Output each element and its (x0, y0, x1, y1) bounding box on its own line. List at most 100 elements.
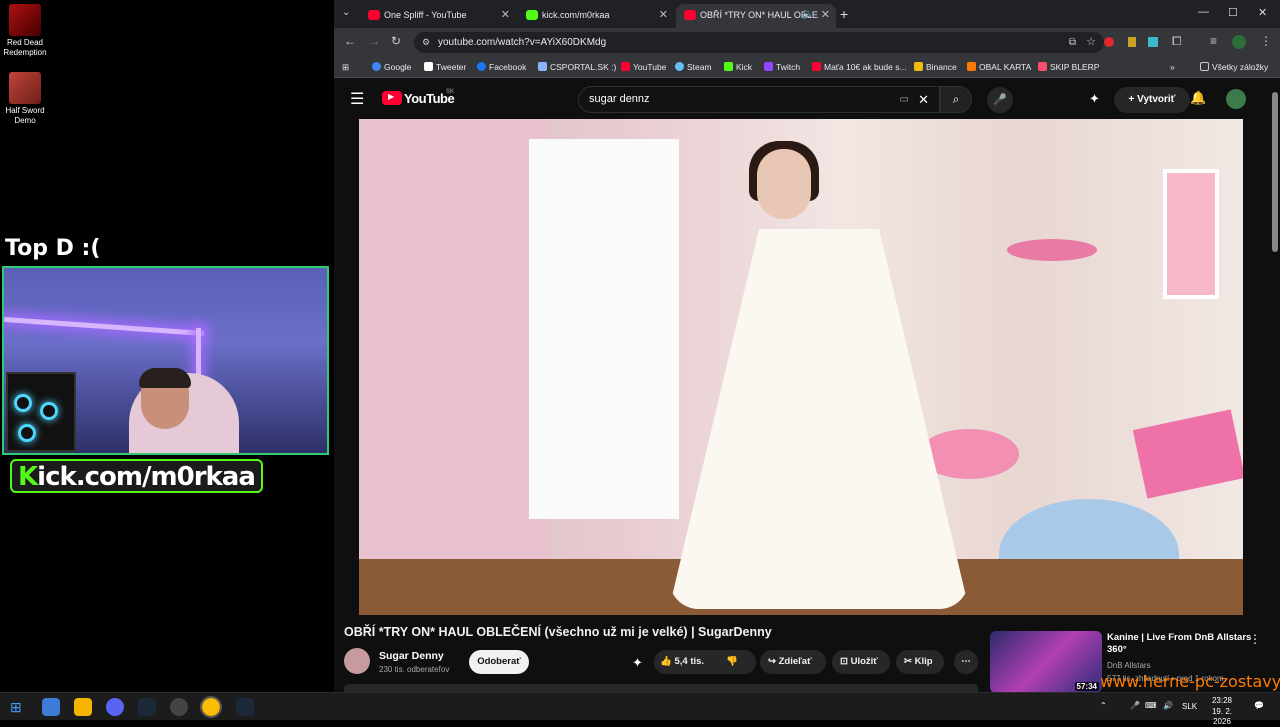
video-player[interactable] (359, 119, 1243, 615)
region-code: SK (446, 89, 455, 95)
description-box[interactable] (344, 684, 978, 692)
bookmark-tweeter[interactable]: Tweeter (424, 60, 466, 74)
notifications-icon[interactable]: 💬 (1254, 701, 1264, 711)
recommended-thumbnail[interactable]: 57:34 (990, 631, 1102, 693)
extension-icon[interactable] (1148, 37, 1158, 47)
discord-icon[interactable] (106, 698, 124, 716)
close-icon[interactable]: ✕ (501, 4, 510, 26)
search-button[interactable]: ⌕ (940, 86, 972, 113)
desktop-icon-label: Half Sword Demo (5, 106, 45, 125)
channel-name[interactable]: Sugar Denny (379, 650, 444, 662)
voice-search-button[interactable]: 🎤 (987, 87, 1013, 113)
address-bar[interactable]: ⚙ youtube.com/watch?v=AYiX60DKMdg ⧉ ☆ (414, 32, 1104, 53)
close-icon[interactable]: ✕ (659, 4, 668, 26)
window-close-button[interactable]: ✕ (1258, 6, 1267, 19)
channel-avatar[interactable] (344, 648, 370, 674)
desktop-icon-red-dead[interactable]: Red Dead Redemption (2, 4, 48, 58)
extensions-puzzle-icon[interactable]: ⧠ (1172, 34, 1182, 49)
notifications-bell-icon[interactable]: 🔔 (1190, 90, 1206, 106)
language-indicator[interactable]: SLK (1182, 702, 1197, 712)
reload-icon[interactable]: ↻ (391, 34, 401, 48)
bookmark-twitch[interactable]: Twitch (764, 60, 800, 74)
subscribe-button[interactable]: Odoberať (469, 650, 529, 674)
mic-tray-icon[interactable]: 🎤 (1130, 701, 1140, 711)
apps-grid-icon[interactable]: ⊞ (342, 60, 349, 74)
keyboard-icon[interactable]: ▭ (900, 87, 909, 112)
clock-date[interactable]: 19. 2. 2026 (1202, 707, 1242, 727)
minimize-button[interactable]: — (1198, 6, 1209, 18)
bookmark-csportal[interactable]: CSPORTAL.SK :) (538, 60, 616, 74)
youtube-icon (368, 10, 380, 20)
ai-sparkle-icon[interactable]: ✦ (632, 655, 643, 671)
tab-active-video[interactable]: OBŘÍ *TRY ON* HAUL OBLE 🔈 ✕ (676, 4, 836, 28)
bookmark-youtube[interactable]: YouTube (621, 60, 666, 74)
bookmark-star-icon[interactable]: ☆ (1086, 32, 1096, 53)
recommended-title[interactable]: Kanine | Live From DnB Allstars 360° (1107, 632, 1257, 656)
mic-icon: 🎤 (993, 94, 1007, 106)
account-avatar[interactable] (1226, 89, 1246, 109)
save-icon: ⊡ (840, 656, 851, 667)
create-button[interactable]: + Vytvoriť (1114, 87, 1190, 113)
bookmark-obal-karta[interactable]: OBAL KARTA (967, 60, 1031, 74)
save-button[interactable]: ⊡ Uložiť (832, 650, 890, 674)
tab-search-icon[interactable]: ⌄ (342, 7, 350, 18)
search-input[interactable]: sugar dennz ▭ ✕ (578, 86, 940, 113)
tray-overflow-icon[interactable]: ⌃ (1100, 701, 1107, 711)
steam-icon[interactable] (236, 698, 254, 716)
thumbs-up-icon: 👍 (660, 656, 672, 667)
chrome-icon[interactable] (200, 696, 222, 718)
taskbar: ⊞ ⌃ 🎤 ⌨ 🔊 SLK 23:28 19. 2. 2026 💬 (0, 692, 1280, 726)
tray-icon[interactable]: ⌨ (1145, 701, 1157, 711)
bookmarks-overflow-icon[interactable]: » (1170, 60, 1175, 74)
bookmark-skip-blerp[interactable]: SKIP BLERP (1038, 60, 1099, 74)
browser-window: ⌄ One Spliff - YouTube ✕ kick.com/m0rkaa ✕… (334, 0, 1280, 693)
file-explorer-icon[interactable] (42, 698, 60, 716)
clear-search-icon[interactable]: ✕ (918, 87, 929, 112)
desktop-icon-half-sword[interactable]: Half Sword Demo (2, 72, 48, 126)
ai-sparkle-icon[interactable]: ✦ (1089, 91, 1100, 107)
menu-kebab-icon[interactable]: ⋮ (1260, 34, 1272, 48)
bookmark-steam[interactable]: Steam (675, 60, 712, 74)
volume-icon[interactable]: 🔊 (1163, 701, 1173, 711)
like-button[interactable]: 👍 5,4 tis. (660, 650, 716, 674)
red-dead-icon (9, 4, 41, 36)
dislike-button[interactable]: 👎 (726, 650, 738, 674)
page-scrollbar[interactable] (1272, 92, 1278, 252)
back-icon[interactable]: ← (344, 34, 356, 48)
recommended-menu-icon[interactable]: ⋮ (1249, 632, 1261, 646)
more-actions-button[interactable]: ⋯ (954, 650, 978, 674)
tab-search-icon[interactable]: ≡ (1210, 34, 1217, 48)
obs-icon[interactable] (170, 698, 188, 716)
all-bookmarks[interactable]: Všetky záložky (1200, 60, 1268, 74)
bookmark-google[interactable]: Google (372, 60, 411, 74)
bookmark-mata[interactable]: Maťa 10€ ak bude s... (812, 60, 907, 74)
extension-icon[interactable] (1128, 37, 1136, 47)
plus-icon: + (1128, 94, 1138, 105)
bookmarks-bar: ⊞ Google Tweeter Facebook CSPORTAL.SK :)… (334, 56, 1280, 78)
steam-icon[interactable] (138, 698, 156, 716)
scissors-icon: ✂ (904, 656, 915, 667)
profile-avatar[interactable] (1232, 35, 1246, 49)
hamburger-menu-icon[interactable]: ☰ (350, 89, 364, 109)
tab-one-spliff[interactable]: One Spliff - YouTube ✕ (360, 4, 516, 28)
clock-time[interactable]: 23:28 (1202, 696, 1242, 706)
person-face (757, 149, 811, 219)
bookmark-kick[interactable]: Kick (724, 60, 752, 74)
recommended-channel[interactable]: DnB Allstars (1107, 661, 1151, 670)
install-icon[interactable]: ⧉ (1069, 32, 1076, 53)
folder-icon[interactable] (74, 698, 92, 716)
bookmark-binance[interactable]: Binance (914, 60, 957, 74)
site-info-icon[interactable]: ⚙ (422, 32, 430, 53)
new-tab-button[interactable]: + (840, 6, 848, 22)
bookmark-facebook[interactable]: Facebook (477, 60, 526, 74)
extension-icon[interactable] (1104, 37, 1114, 47)
start-icon[interactable]: ⊞ (10, 699, 22, 716)
forward-icon[interactable]: → (368, 34, 380, 48)
tab-bar: ⌄ One Spliff - YouTube ✕ kick.com/m0rkaa ✕… (334, 0, 1280, 28)
share-button[interactable]: ↪ Zdieľať (760, 650, 826, 674)
clip-button[interactable]: ✂ Klip (896, 650, 944, 674)
maximize-button[interactable]: ☐ (1228, 6, 1238, 19)
close-icon[interactable]: ✕ (821, 4, 830, 26)
tab-kick[interactable]: kick.com/m0rkaa ✕ (518, 4, 674, 28)
streamer-hair (139, 368, 191, 388)
